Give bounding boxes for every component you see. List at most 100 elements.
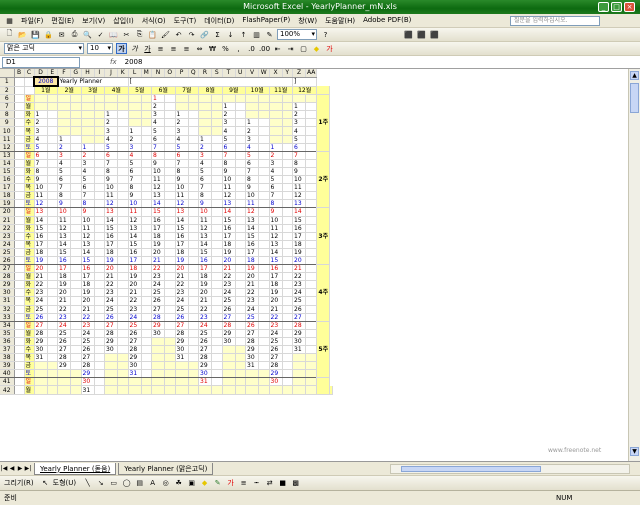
day-cell[interactable]: 22 <box>269 313 283 322</box>
memo-cell[interactable] <box>141 377 152 387</box>
day-cell[interactable]: 5 <box>245 151 259 160</box>
day-cell[interactable] <box>128 118 142 128</box>
day-cell[interactable]: 3 <box>81 159 95 168</box>
day-cell[interactable]: 24 <box>245 305 259 314</box>
day-cell[interactable]: 4 <box>222 126 236 136</box>
memo-cell[interactable] <box>47 159 58 168</box>
memo-cell[interactable] <box>164 232 176 241</box>
memo-cell[interactable] <box>94 216 105 225</box>
column-header[interactable]: D <box>34 69 48 78</box>
day-cell[interactable]: 16 <box>175 232 189 241</box>
memo-cell[interactable] <box>47 199 58 209</box>
memo-cell[interactable] <box>94 240 105 249</box>
day-cell[interactable]: 4 <box>292 126 306 136</box>
memo-cell[interactable] <box>70 337 82 347</box>
memo-cell[interactable] <box>258 313 270 322</box>
day-cell[interactable]: 9 <box>222 167 236 177</box>
memo-cell[interactable] <box>305 296 318 306</box>
memo-cell[interactable] <box>94 272 105 282</box>
row-header[interactable]: 11 <box>0 135 15 144</box>
row-header[interactable]: 40 <box>0 369 15 379</box>
sort-descending-icon[interactable]: ↑ <box>238 29 249 40</box>
weekday-cell[interactable]: 화 <box>24 337 35 347</box>
memo-cell[interactable] <box>164 143 176 152</box>
memo-cell[interactable] <box>305 167 318 177</box>
weekday-cell[interactable]: 수 <box>24 118 35 128</box>
day-cell[interactable] <box>34 361 48 371</box>
day-cell[interactable] <box>104 369 118 379</box>
day-cell[interactable] <box>81 110 95 120</box>
day-cell[interactable]: 29 <box>128 353 142 363</box>
select-all-corner[interactable] <box>0 69 15 78</box>
day-cell[interactable] <box>57 377 71 387</box>
day-cell[interactable] <box>245 110 259 120</box>
borders-icon[interactable]: ▢ <box>298 43 309 54</box>
memo-cell[interactable] <box>70 224 82 233</box>
align-left-icon[interactable]: ≡ <box>155 43 166 54</box>
memo-cell[interactable] <box>211 191 223 201</box>
day-cell[interactable]: 19 <box>198 280 212 290</box>
align-center-icon[interactable]: ≡ <box>168 43 179 54</box>
memo-cell[interactable] <box>258 143 270 152</box>
day-cell[interactable] <box>245 377 259 387</box>
day-cell[interactable]: 5 <box>104 143 118 152</box>
memo-cell[interactable] <box>117 321 129 330</box>
copy-icon[interactable]: ⎘ <box>134 29 145 40</box>
day-cell[interactable]: 28 <box>151 313 165 322</box>
memo-cell[interactable] <box>117 361 129 371</box>
memo-cell[interactable] <box>258 191 270 201</box>
memo-cell[interactable] <box>211 321 223 330</box>
day-cell[interactable]: 14 <box>198 240 212 249</box>
memo-cell[interactable] <box>164 118 176 128</box>
week-label-cell[interactable]: 3주 <box>316 207 331 266</box>
weekday-cell[interactable]: 월 <box>24 272 35 282</box>
memo-cell[interactable] <box>305 135 318 144</box>
first-sheet-icon[interactable]: |◀ <box>0 465 8 472</box>
day-cell[interactable]: 8 <box>34 167 48 177</box>
memo-cell[interactable] <box>282 288 293 298</box>
day-cell[interactable]: 13 <box>104 207 118 217</box>
memo-cell[interactable] <box>188 118 199 128</box>
cell[interactable] <box>14 369 25 379</box>
cell[interactable] <box>14 207 25 217</box>
cell[interactable] <box>14 224 25 233</box>
memo-cell[interactable] <box>141 296 152 306</box>
memo-cell[interactable] <box>282 256 293 266</box>
memo-cell[interactable] <box>141 256 152 266</box>
day-cell[interactable]: 17 <box>151 224 165 233</box>
row-header[interactable]: 39 <box>0 361 15 371</box>
memo-cell[interactable] <box>70 191 82 201</box>
day-cell[interactable]: 27 <box>128 337 142 347</box>
row-header[interactable]: 24 <box>0 240 15 249</box>
print-icon[interactable]: ⎙ <box>69 29 80 40</box>
day-cell[interactable]: 15 <box>81 256 95 266</box>
memo-cell[interactable] <box>282 337 293 347</box>
day-cell[interactable] <box>198 118 212 128</box>
day-cell[interactable]: 30 <box>128 361 142 371</box>
paste-icon[interactable]: 📋 <box>147 29 158 40</box>
day-cell[interactable]: 22 <box>151 264 165 274</box>
column-header[interactable]: B <box>14 69 25 78</box>
column-header[interactable]: J <box>104 69 118 78</box>
cell[interactable] <box>14 296 25 306</box>
day-cell[interactable] <box>269 385 283 395</box>
memo-cell[interactable] <box>94 94 105 104</box>
day-cell[interactable] <box>198 126 212 136</box>
day-cell[interactable]: 31 <box>245 361 259 371</box>
bracket-cell[interactable]: ] <box>292 77 318 87</box>
memo-cell[interactable] <box>282 296 293 306</box>
line-icon[interactable]: ╲ <box>82 478 93 489</box>
memo-cell[interactable] <box>282 143 293 152</box>
draw-menu[interactable]: 그리기(R) <box>4 478 34 488</box>
memo-cell[interactable] <box>258 345 270 355</box>
day-cell[interactable]: 23 <box>128 305 142 314</box>
memo-cell[interactable] <box>70 353 82 363</box>
day-cell[interactable]: 19 <box>222 248 236 257</box>
memo-cell[interactable] <box>188 126 199 136</box>
memo-cell[interactable] <box>211 288 223 298</box>
memo-cell[interactable] <box>211 353 223 363</box>
day-cell[interactable]: 15 <box>198 248 212 257</box>
day-cell[interactable] <box>175 102 189 112</box>
day-cell[interactable]: 6 <box>151 135 165 144</box>
column-header[interactable]: K <box>117 69 129 78</box>
